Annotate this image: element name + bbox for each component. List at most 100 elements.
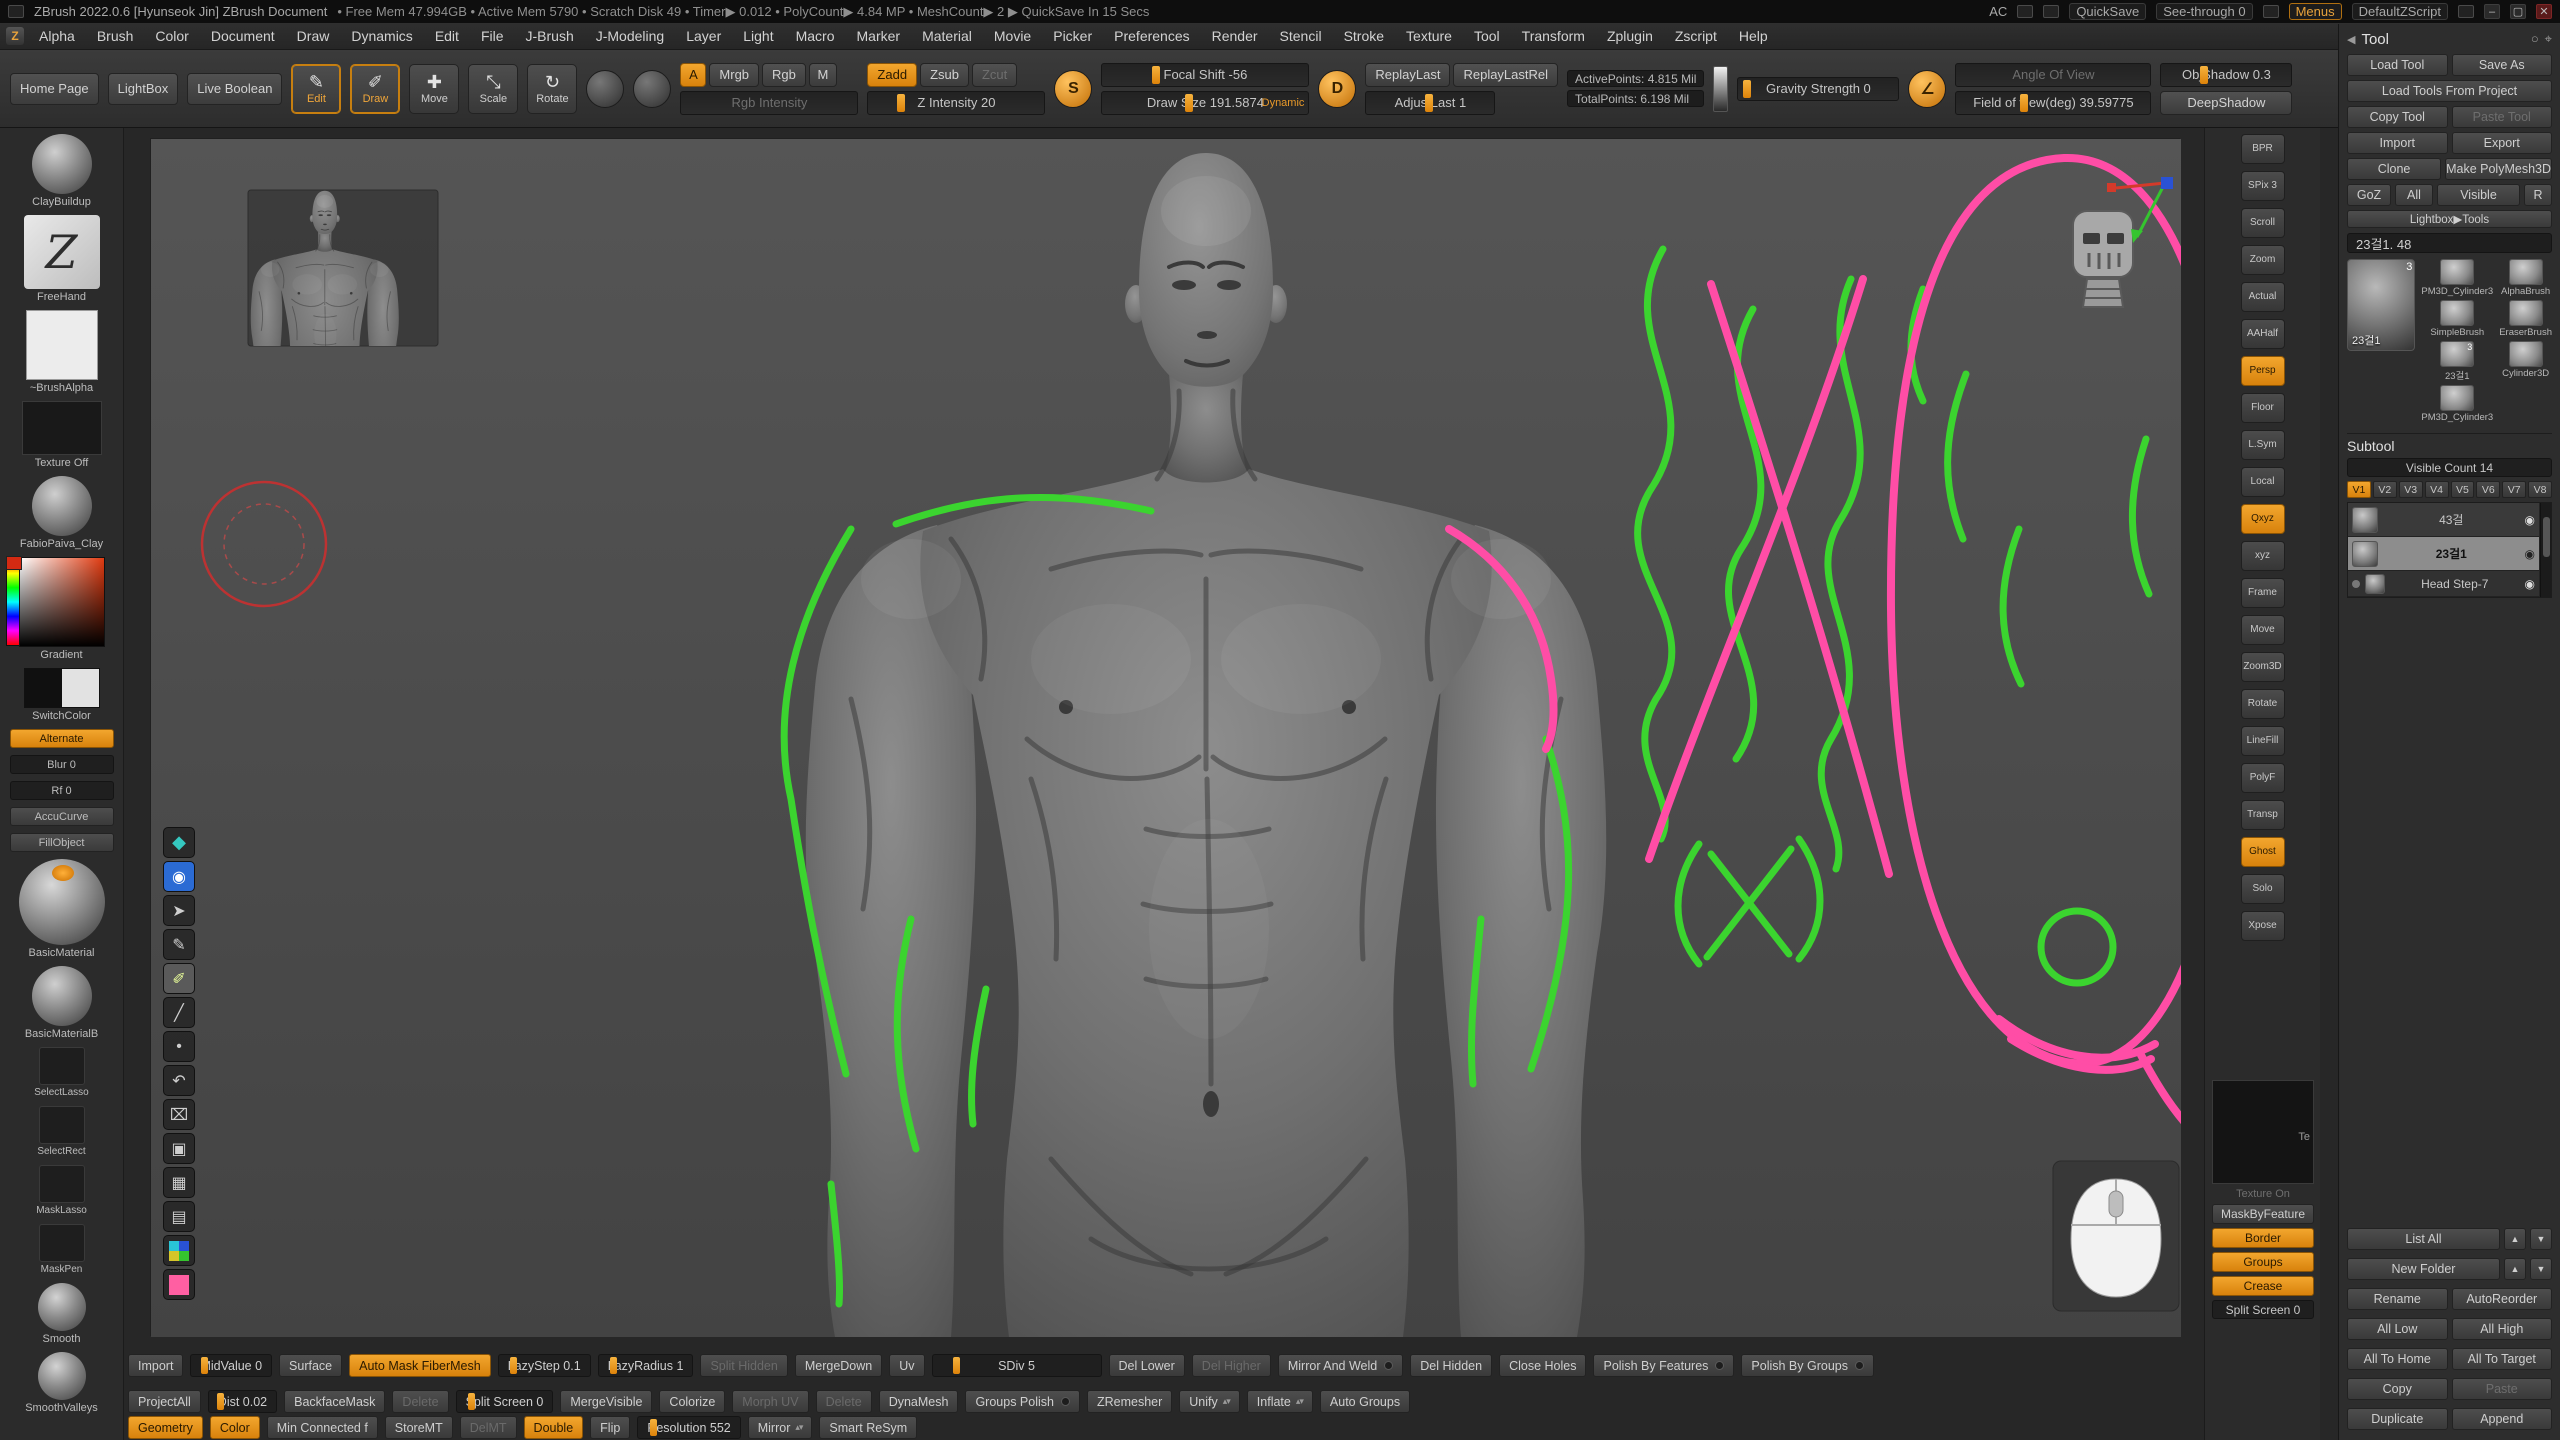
stroke-freehand[interactable]: FreeHand <box>6 215 118 303</box>
recent-tool[interactable]: 3 23걸1 <box>2421 341 2493 382</box>
crease-button[interactable]: Crease <box>2212 1276 2314 1296</box>
gravity-strength-slider[interactable]: Gravity Strength 0 <box>1737 77 1899 101</box>
copy-subtool-button[interactable]: Copy <box>2347 1378 2448 1400</box>
move-mode-button[interactable]: ✚ Move <box>409 64 459 114</box>
flip-button[interactable]: Flip <box>590 1416 630 1439</box>
brush-claybuildup[interactable]: ClayBuildup <box>6 134 118 208</box>
texture-on-label[interactable]: Texture On <box>2212 1188 2314 1200</box>
subtool-row-selected[interactable]: 23걸1 ◉ <box>2348 537 2539 571</box>
goz-visible-button[interactable]: Visible <box>2437 184 2520 206</box>
see-through-slider[interactable]: See-through 0 <box>2156 3 2252 20</box>
min-connected-button[interactable]: Min Connected f <box>267 1416 378 1439</box>
lazystep-slider[interactable]: LazyStep 0.1 <box>498 1354 591 1377</box>
rf-slider[interactable]: Rf 0 <box>6 781 118 800</box>
backfacemask-button[interactable]: BackfaceMask <box>284 1390 385 1413</box>
goz-all-button[interactable]: All <box>2395 184 2433 206</box>
floor-button[interactable]: Floor <box>2241 393 2285 423</box>
undo-icon[interactable]: ↶ <box>163 1065 195 1096</box>
draw-mode-button[interactable]: ✐ Draw <box>350 64 400 114</box>
texture-preview[interactable]: Te <box>2212 1080 2314 1184</box>
del-hidden-button[interactable]: Del Hidden <box>1410 1354 1492 1377</box>
accucurve-button[interactable]: AccuCurve <box>6 807 118 826</box>
color-button[interactable]: Color <box>210 1416 260 1439</box>
pink-swatch-icon[interactable] <box>163 1269 195 1300</box>
delete-button[interactable]: Delete <box>392 1390 448 1413</box>
menu-item[interactable]: Transform <box>1511 28 1596 44</box>
menu-item[interactable]: Draw <box>286 28 341 44</box>
recent-tool[interactable]: EraserBrush <box>2499 300 2552 338</box>
menu-item[interactable]: Picker <box>1042 28 1103 44</box>
menu-item[interactable]: Alpha <box>28 28 86 44</box>
all-low-button[interactable]: All Low <box>2347 1318 2448 1340</box>
projectall-button[interactable]: ProjectAll <box>128 1390 201 1413</box>
smart-resym-button[interactable]: Smart ReSym <box>819 1416 917 1439</box>
surface-button[interactable]: Surface <box>279 1354 342 1377</box>
display-icon[interactable] <box>2017 5 2033 18</box>
mrgb-button[interactable]: Mrgb <box>709 63 759 87</box>
angle-of-view-icon[interactable]: ∠ <box>1908 70 1946 108</box>
edit-mode-button[interactable]: ✎ Edit <box>291 64 341 114</box>
brush-smoothvalleys[interactable]: SmoothValleys <box>6 1352 118 1414</box>
z-intensity-slider[interactable]: Z Intensity 20 <box>867 91 1045 115</box>
menu-item[interactable]: Edit <box>424 28 470 44</box>
menu-item[interactable]: Color <box>144 28 199 44</box>
all-to-home-button[interactable]: All To Home <box>2347 1348 2448 1370</box>
inflate-button[interactable]: Inflate <box>1247 1390 1313 1413</box>
del-lower-button[interactable]: Del Lower <box>1109 1354 1185 1377</box>
all-to-target-button[interactable]: All To Target <box>2452 1348 2553 1370</box>
folder-down-button[interactable]: ▼ <box>2530 1258 2552 1280</box>
menu-item[interactable]: Stroke <box>1333 28 1395 44</box>
close-button[interactable]: ✕ <box>2536 4 2552 19</box>
scale-mode-button[interactable]: ⤡ Scale <box>468 64 518 114</box>
menu-item[interactable]: Material <box>911 28 983 44</box>
rgb-intensity-slider[interactable]: Rgb Intensity <box>680 91 858 115</box>
autoreorder-button[interactable]: AutoReorder <box>2452 1288 2553 1310</box>
auto-groups-button[interactable]: Auto Groups <box>1320 1390 1410 1413</box>
xpose-button[interactable]: Xpose <box>2241 911 2285 941</box>
auto-mask-fibermesh-button[interactable]: Auto Mask FiberMesh <box>349 1354 491 1377</box>
split-hidden-button[interactable]: Split Hidden <box>700 1354 787 1377</box>
menu-item[interactable]: Help <box>1728 28 1779 44</box>
border-button[interactable]: Border <box>2212 1228 2314 1248</box>
polish-by-features-button[interactable]: Polish By Features <box>1593 1354 1734 1377</box>
projector-icon[interactable]: ▣ <box>163 1133 195 1164</box>
scroll-button[interactable]: Scroll <box>2241 208 2285 238</box>
menu-item[interactable]: Document <box>200 28 286 44</box>
blur-slider[interactable]: Blur 0 <box>6 755 118 774</box>
frame-button[interactable]: Frame <box>2241 578 2285 608</box>
obj-shadow-slider[interactable]: ObjShadow 0.3 <box>2160 63 2292 87</box>
menu-item[interactable]: Brush <box>86 28 145 44</box>
goz-button[interactable]: GoZ <box>2347 184 2391 206</box>
a-toggle-button[interactable]: A <box>680 63 706 87</box>
stroke-type-icon[interactable] <box>586 70 624 108</box>
list-all-button[interactable]: List All <box>2347 1228 2500 1250</box>
adjust-last-slider[interactable]: AdjustLast 1 <box>1365 91 1495 115</box>
zremesher-button[interactable]: ZRemesher <box>1087 1390 1172 1413</box>
stor-emt-button[interactable]: StoreMT <box>385 1416 453 1439</box>
uv-button[interactable]: Uv <box>889 1354 924 1377</box>
local-button[interactable]: Local <box>2241 467 2285 497</box>
duplicate-button[interactable]: Duplicate <box>2347 1408 2448 1430</box>
dynamic-tag[interactable]: Dynamic <box>1262 97 1305 109</box>
visible-count-slider[interactable]: Visible Count 14 <box>2347 458 2552 477</box>
all-high-button[interactable]: All High <box>2452 1318 2553 1340</box>
pencil-icon[interactable]: ╱ <box>163 997 195 1028</box>
mergedown-button[interactable]: MergeDown <box>795 1354 882 1377</box>
gallery-icon[interactable]: ▦ <box>163 1167 195 1198</box>
solo-button[interactable]: Solo <box>2241 874 2285 904</box>
sculptris-pro-icon[interactable]: S <box>1054 70 1092 108</box>
subtool-tab[interactable]: V7 <box>2502 481 2526 498</box>
actual-button[interactable]: Actual <box>2241 282 2285 312</box>
pin-icon[interactable]: ⌖ <box>2545 31 2552 47</box>
subtool-tab[interactable]: V3 <box>2399 481 2423 498</box>
lightbox-tools-button[interactable]: Lightbox▶Tools <box>2347 210 2552 228</box>
minimize-button[interactable]: – <box>2484 4 2500 19</box>
live-boolean-button[interactable]: Live Boolean <box>187 73 282 105</box>
append-button[interactable]: Append <box>2452 1408 2553 1430</box>
lsym-button[interactable]: L.Sym <box>2241 430 2285 460</box>
menu-item[interactable]: Tool <box>1463 28 1511 44</box>
move-up-button[interactable]: ▲ <box>2504 1228 2526 1250</box>
brush-smooth[interactable]: Smooth <box>6 1283 118 1345</box>
document-canvas[interactable]: ◆ ◉ ➤ ✎ ✐ ╱ • ↶ ⌧ ▣ <box>150 138 2180 1336</box>
palette-dock-icon[interactable] <box>2458 5 2474 18</box>
